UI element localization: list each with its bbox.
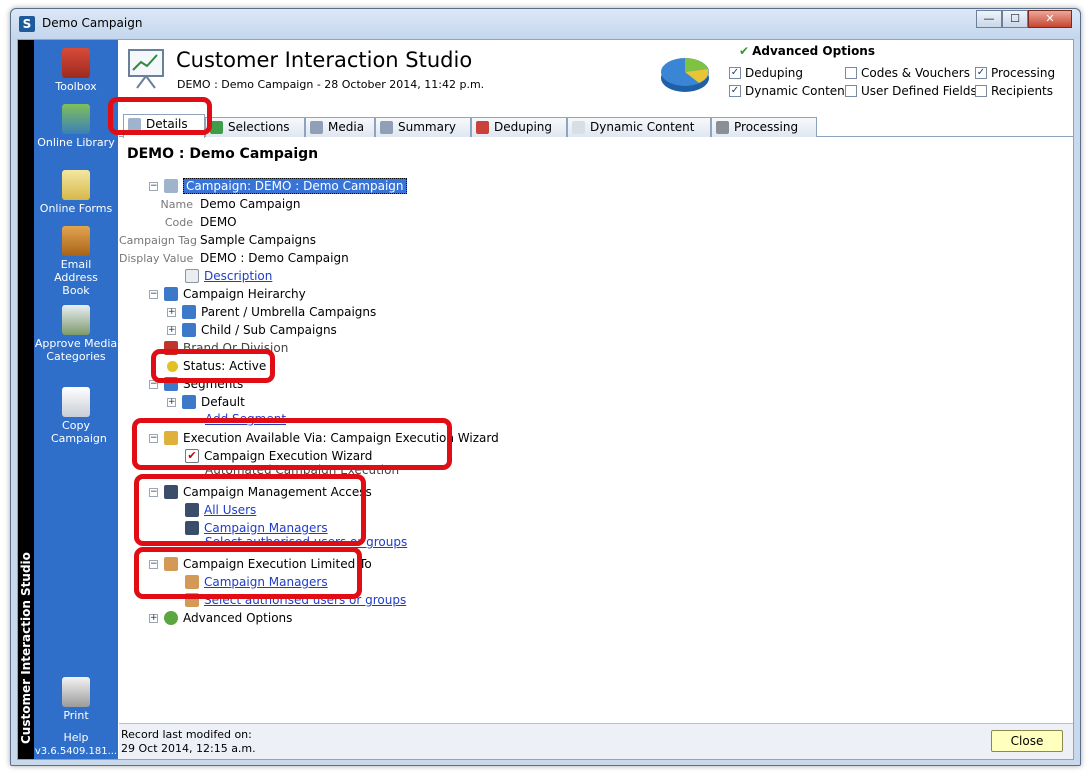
tool-online-library[interactable]: Online Library (34, 104, 118, 149)
highlight-management-access (134, 474, 366, 546)
collapse-toggle[interactable]: − (149, 289, 158, 299)
option-deduping[interactable]: ✓ Deduping (729, 66, 803, 80)
checkbox-deduping[interactable]: ✓ (729, 67, 741, 79)
field-name: Name Demo Campaign (160, 197, 301, 211)
tab-selections[interactable]: Selections (205, 117, 305, 137)
deduping-icon (476, 121, 489, 134)
description-link[interactable]: Description (204, 269, 272, 283)
hierarchy-icon (182, 305, 196, 319)
tool-email-address-book[interactable]: Email Address Book (34, 226, 118, 297)
online-forms-icon (62, 170, 90, 200)
version-label: v3.6.5409.181... (34, 746, 118, 757)
window-title: Demo Campaign (42, 16, 143, 30)
expand-toggle[interactable]: + (167, 307, 176, 317)
tool-panel: Toolbox Online Library Online Forms Emai… (34, 40, 118, 759)
title-bar: S Demo Campaign — ☐ ✕ (11, 9, 1080, 39)
tree-parent-node[interactable]: + Parent / Umbrella Campaigns (167, 304, 376, 320)
pie-chart-icon (661, 58, 709, 92)
expand-toggle[interactable]: + (149, 613, 158, 623)
highlight-execution (132, 418, 452, 470)
description-node[interactable]: Description (185, 268, 272, 284)
presentation-board-icon (128, 49, 164, 89)
checkbox-user-defined-fields[interactable] (845, 85, 857, 97)
dynamic-content-icon (572, 121, 585, 134)
header: Customer Interaction Studio DEMO : Demo … (119, 40, 1073, 114)
tab-media[interactable]: Media (305, 117, 375, 137)
tab-summary[interactable]: Summary (375, 117, 471, 137)
expand-toggle[interactable]: + (167, 325, 176, 335)
toolbox-icon (62, 48, 90, 78)
hierarchy-icon (182, 323, 196, 337)
campaign-subtitle: DEMO : Demo Campaign - 28 October 2014, … (177, 78, 485, 91)
tab-bar: Details Selections Media Summary Dedupin… (119, 114, 1073, 138)
tool-approve-media[interactable]: Approve Media Categories (34, 305, 118, 363)
minimize-button[interactable]: — (976, 10, 1002, 28)
tree-advanced-node[interactable]: + Advanced Options (149, 610, 292, 626)
advanced-options-title: ✔ Advanced Options (739, 44, 875, 58)
expand-toggle[interactable]: + (167, 397, 176, 407)
tree-hierarchy-node[interactable]: − Campaign Heirarchy (149, 286, 306, 302)
check-icon: ✔ (739, 44, 750, 58)
print-icon (62, 677, 90, 707)
record-modified: Record last modifed on: 29 Oct 2014, 12:… (121, 728, 256, 755)
segments-icon (182, 395, 196, 409)
close-button[interactable]: Close (991, 730, 1063, 752)
collapse-toggle[interactable]: − (149, 181, 158, 191)
checkbox-codes-vouchers[interactable] (845, 67, 857, 79)
tab-dynamic-content[interactable]: Dynamic Content (567, 117, 711, 137)
tool-print[interactable]: Print (34, 677, 118, 722)
processing-icon (716, 121, 729, 134)
tree-default-segment[interactable]: + Default (167, 394, 245, 410)
tool-toolbox[interactable]: Toolbox (34, 48, 118, 93)
checkbox-recipients[interactable] (975, 85, 987, 97)
campaign-icon (164, 179, 178, 193)
hierarchy-icon (164, 287, 178, 301)
field-display-value: Display Value DEMO : Demo Campaign (119, 251, 349, 265)
field-campaign-tag: Campaign Tag Sample Campaigns (119, 233, 317, 247)
footer: Record last modifed on: 29 Oct 2014, 12:… (119, 723, 1073, 759)
option-user-defined-fields[interactable]: User Defined Fields (845, 84, 977, 98)
highlight-status (151, 349, 275, 383)
email-address-book-icon (62, 226, 90, 256)
advanced-options-icon (164, 611, 178, 625)
highlight-execution-limited (134, 547, 362, 599)
highlight-details-tab (108, 97, 212, 135)
option-dynamic-content[interactable]: ✓ Dynamic Content (729, 84, 849, 98)
field-code: Code DEMO (164, 215, 237, 229)
vertical-sidebar: Customer Interaction Studio (18, 40, 34, 759)
tool-help[interactable]: Help (34, 731, 118, 744)
online-library-icon (62, 104, 90, 134)
tree-campaign-node[interactable]: − Campaign: DEMO : Demo Campaign (149, 178, 407, 194)
sidebar-vertical-label: Customer Interaction Studio (19, 552, 33, 744)
tool-online-forms[interactable]: Online Forms (34, 170, 118, 215)
document-icon (185, 269, 199, 283)
media-icon (310, 121, 323, 134)
checkbox-dynamic-content[interactable]: ✓ (729, 85, 741, 97)
option-processing[interactable]: ✓ Processing (975, 66, 1055, 80)
copy-campaign-icon (62, 387, 90, 417)
option-recipients[interactable]: Recipients (975, 84, 1053, 98)
campaign-heading: DEMO : Demo Campaign (127, 146, 319, 162)
close-window-button[interactable]: ✕ (1028, 10, 1072, 28)
tree-child-node[interactable]: + Child / Sub Campaigns (167, 322, 337, 338)
approve-media-icon (62, 305, 90, 335)
app-title: Customer Interaction Studio (176, 48, 473, 72)
maximize-button[interactable]: ☐ (1002, 10, 1028, 28)
summary-icon (380, 121, 393, 134)
option-codes-vouchers[interactable]: Codes & Vouchers (845, 66, 970, 80)
checkbox-processing[interactable]: ✓ (975, 67, 987, 79)
tool-copy-campaign[interactable]: Copy Campaign (34, 387, 118, 445)
app-icon: S (19, 16, 35, 32)
tab-processing[interactable]: Processing (711, 117, 817, 137)
tab-deduping[interactable]: Deduping (471, 117, 567, 137)
